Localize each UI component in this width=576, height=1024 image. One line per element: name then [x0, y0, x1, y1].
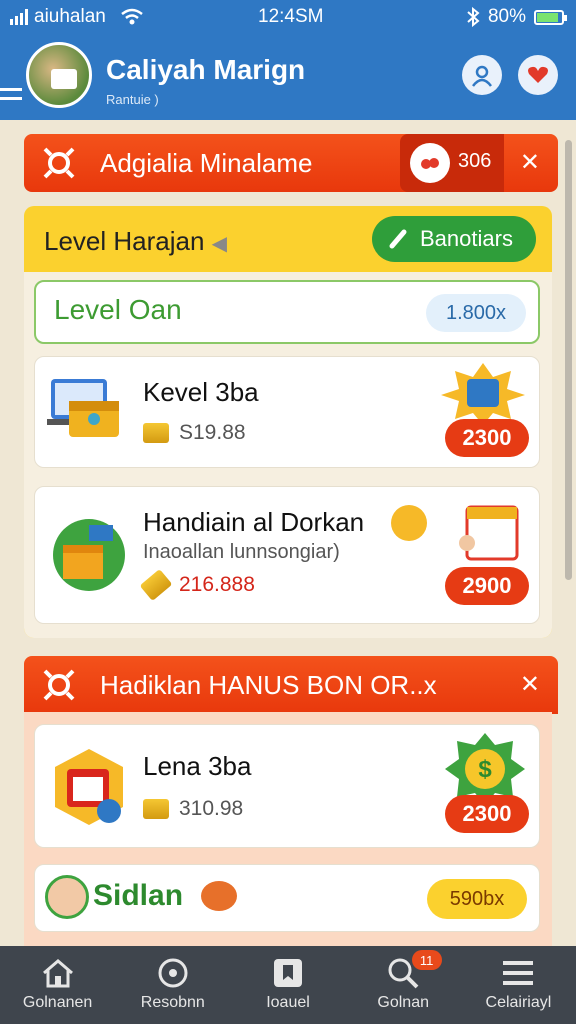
svg-text:$: $	[478, 756, 492, 783]
nav-label: Resobnn	[140, 994, 205, 1011]
user-card[interactable]: Sidlan 590bx	[34, 864, 540, 932]
nav-item-target[interactable]: Resobnn	[115, 946, 230, 1024]
list-item[interactable]: Kevel 3ba S19.88 2300	[34, 356, 540, 468]
item-title: Kevel 3ba	[143, 377, 259, 407]
scrollbar[interactable]	[565, 140, 572, 580]
profile-avatar[interactable]	[26, 42, 92, 108]
promo-label: Adgialia Minalame	[100, 148, 313, 178]
nav-label: Golnan	[377, 994, 429, 1011]
notification-badge: 11	[411, 950, 442, 970]
gear-icon	[43, 669, 75, 701]
nav-item-search[interactable]: 11 Golnan	[346, 946, 461, 1024]
target-icon	[158, 958, 188, 988]
bonus-banner[interactable]: Hadiklan HANUS BON OR..x ✕	[24, 656, 558, 714]
bonus-panel: Lena 3ba 310.98 $ 2300 Sidlan 590bx	[24, 712, 552, 950]
level-card-value: 1.800x	[426, 294, 526, 332]
item-price: 216.888	[139, 568, 255, 602]
nav-label: Celairiayl	[485, 994, 552, 1011]
bookmark-icon	[274, 959, 302, 987]
item-subtitle: Inaoallan lunnsongiar)	[143, 541, 340, 563]
list-item[interactable]: Handiain al Dorkan Inaoallan lunnsongiar…	[34, 486, 540, 624]
coin-icon	[143, 423, 169, 443]
item-price: S19.88	[143, 421, 246, 445]
price-badge[interactable]: 2900	[445, 567, 529, 605]
promo-count: 306	[458, 150, 492, 172]
drawer-handle[interactable]	[0, 88, 22, 106]
laptop-chest-icon	[47, 379, 119, 437]
wifi-icon	[121, 8, 143, 25]
speaker-icon: ◀	[211, 233, 228, 255]
level-panel: Level Harajan ◀ Banotiars Level Oan 1.80…	[24, 206, 552, 638]
nav-item-bookmark[interactable]: Ioauel	[230, 946, 345, 1024]
level-list: Level Oan 1.800x Kevel 3ba S19.88 2300 H…	[24, 272, 552, 638]
level-panel-title: Level Harajan ◀	[44, 226, 228, 256]
close-icon[interactable]: ✕	[520, 148, 540, 177]
notifications-button[interactable]	[518, 55, 558, 95]
app-subtitle: Rantuie )	[106, 92, 159, 107]
user-card-value: 590bx	[427, 879, 527, 919]
app-header: Caliyah Marign Rantuie )	[0, 34, 576, 120]
badge-star-icon	[441, 363, 525, 425]
item-title: Lena 3ba	[143, 751, 252, 781]
bonus-button[interactable]: Banotiars	[372, 216, 536, 262]
signal-icon	[10, 9, 28, 25]
fish-icon	[201, 881, 237, 911]
heart-icon	[528, 66, 548, 83]
nav-item-menu[interactable]: Celairiayl	[461, 946, 576, 1024]
bluetooth-icon	[467, 7, 480, 27]
gear-icon	[43, 147, 75, 179]
menu-icon	[503, 961, 534, 985]
user-avatar	[45, 875, 89, 919]
list-item[interactable]: Lena 3ba 310.98 $ 2300	[34, 724, 540, 848]
close-icon[interactable]: ✕	[520, 670, 540, 699]
promo-counter[interactable]: 306	[400, 134, 504, 192]
promo-banner[interactable]: Adgialia Minalame 306 ✕	[24, 134, 558, 192]
level-card[interactable]: Level Oan 1.800x	[34, 280, 540, 344]
coin-icon	[143, 799, 169, 819]
laughing-emoji-icon	[391, 505, 427, 541]
item-title: Handiain al Dorkan	[143, 507, 365, 537]
user-icon	[472, 65, 492, 87]
gift-box-icon	[53, 519, 125, 591]
level-card-label: Level Oan	[54, 294, 182, 325]
pencil-icon	[389, 229, 407, 249]
account-button[interactable]	[462, 55, 502, 95]
item-price: 310.98	[143, 797, 243, 821]
nav-label: Golnanen	[22, 994, 93, 1011]
status-time: 12:4SM	[258, 6, 324, 27]
nav-label: Ioauel	[266, 994, 310, 1011]
shopping-bag-icon	[55, 749, 123, 825]
calendar-icon	[459, 505, 519, 561]
nav-item-home[interactable]: Golnanen	[0, 946, 115, 1024]
status-left: aiuhalan	[10, 6, 144, 28]
user-name: Sidlan	[93, 879, 184, 912]
status-right: 80%	[466, 6, 567, 28]
price-badge[interactable]: 2300	[445, 419, 529, 457]
battery-percent: 80%	[487, 6, 526, 27]
bottom-nav: Golnanen Resobnn Ioauel 11 Golnan Celair…	[0, 946, 576, 1024]
app-title: Caliyah Marign	[106, 54, 306, 85]
bonus-label: Hadiklan HANUS BON OR..x	[100, 670, 437, 700]
cloud-icon	[410, 143, 450, 183]
status-bar: aiuhalan 12:4SM 80%	[0, 0, 576, 34]
carrier-name: aiuhalan	[34, 6, 106, 27]
coin-icon	[139, 568, 173, 602]
battery-icon	[534, 9, 567, 25]
price-badge[interactable]: 2300	[445, 795, 529, 833]
home-icon	[42, 959, 73, 988]
